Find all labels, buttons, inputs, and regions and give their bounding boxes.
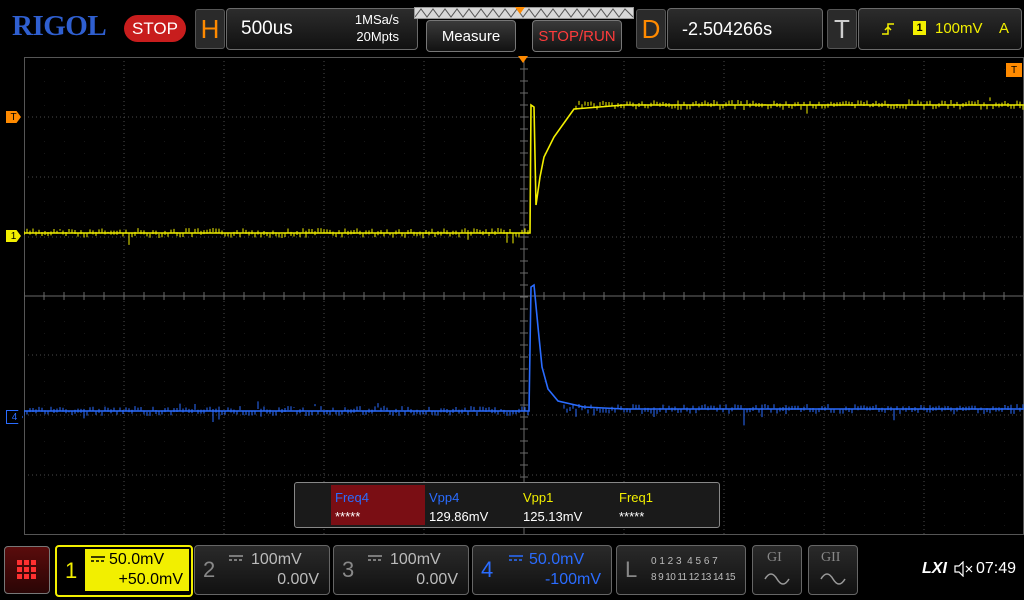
speaker-muted-icon[interactable] xyxy=(953,561,973,577)
lxi-logo: LXI xyxy=(922,560,947,577)
sine-wave-icon xyxy=(764,573,790,585)
rising-edge-icon xyxy=(882,23,894,35)
overview-trigger-marker xyxy=(515,7,525,14)
channel-4-scale: 50.0mV xyxy=(529,551,585,568)
channel-3-scale: 100mV xyxy=(390,551,441,568)
channel-4-offset: -100mV xyxy=(544,571,601,588)
trigger-level-marker[interactable]: T xyxy=(6,111,21,123)
delay-panel[interactable]: -2.504266s xyxy=(667,8,823,50)
stop-run-button[interactable]: STOP/RUN xyxy=(532,20,622,52)
channel-4-number: 4 xyxy=(481,557,494,582)
trigger-letter[interactable]: T xyxy=(827,9,857,49)
ch1-offset-marker[interactable]: 1 xyxy=(6,230,21,242)
channel-2-number: 2 xyxy=(203,557,216,582)
channel-3-number: 3 xyxy=(342,557,355,582)
generator-1-button[interactable]: GI xyxy=(752,545,802,595)
channel-3-offset: 0.00V xyxy=(416,571,458,588)
delay-value: -2.504266s xyxy=(682,19,773,39)
trigger-mode: A xyxy=(999,20,1010,37)
channel-2-scale: 100mV xyxy=(251,551,302,568)
channel-3-panel[interactable]: 3 100mV 0.00V xyxy=(333,545,469,595)
measurement-name-vpp4: Vpp4 xyxy=(429,490,460,505)
channel-1-panel[interactable]: 1 50.0mV +50.0mV xyxy=(55,545,193,597)
clock-time: 07:49 xyxy=(976,560,1017,577)
run-state-button[interactable]: STOP xyxy=(124,15,186,42)
channel-1-number: 1 xyxy=(65,558,78,583)
timebase-value: 500us xyxy=(241,18,293,39)
trigger-level: 100mV xyxy=(935,20,983,37)
logic-analyzer-panel[interactable]: L 0 1 2 3 4 5 6 7 8 9 10 11 12 13 14 15 xyxy=(616,545,746,595)
trigger-position-marker[interactable] xyxy=(518,56,528,63)
channel-1-scale: 50.0mV xyxy=(109,551,165,568)
grid-menu-icon xyxy=(17,560,36,579)
logic-channels-row-2: 8 9 10 11 12 13 14 15 xyxy=(651,572,736,583)
delay-letter[interactable]: D xyxy=(636,9,666,49)
waveform-display[interactable] xyxy=(23,56,1024,535)
sample-rate-value: 1MSa/s xyxy=(354,12,399,27)
sine-wave-icon xyxy=(820,573,846,585)
measurement-value-vpp4: 129.86mV xyxy=(429,509,489,524)
ch4-offset-marker[interactable]: 4 xyxy=(6,410,23,424)
measurement-value-freq1: ***** xyxy=(619,509,645,524)
trigger-source: 1 xyxy=(913,21,926,35)
measurement-value-vpp1: 125.13mV xyxy=(523,509,583,524)
logic-channels-row-1: 0 1 2 3 4 5 6 7 xyxy=(651,556,718,567)
dc-coupling-icon xyxy=(509,555,523,561)
memory-depth-value: 20Mpts xyxy=(356,29,399,44)
trigger-time-marker[interactable]: T xyxy=(1006,63,1022,77)
logic-letter: L xyxy=(625,557,638,582)
measure-button[interactable]: Measure xyxy=(426,20,516,52)
generator-1-label: GI xyxy=(767,550,782,565)
measurement-panel[interactable]: Freq4 ***** Vpp4 129.86mV Vpp1 125.13mV … xyxy=(294,482,720,528)
trigger-panel[interactable]: 1 100mV A xyxy=(858,8,1022,50)
horizontal-letter[interactable]: H xyxy=(195,9,225,49)
measurement-name-freq1: Freq1 xyxy=(619,490,653,505)
measurement-name-vpp1: Vpp1 xyxy=(523,490,554,505)
horizontal-panel[interactable]: 500us 1MSa/s 20Mpts xyxy=(226,8,418,50)
channel-2-offset: 0.00V xyxy=(277,571,319,588)
measurement-value-freq4: ***** xyxy=(335,509,361,524)
measurement-name-freq4: Freq4 xyxy=(335,490,369,505)
dc-coupling-icon xyxy=(229,555,243,561)
rigol-logo: RIGOL xyxy=(12,10,107,42)
dc-coupling-icon xyxy=(368,555,382,561)
dc-coupling-icon xyxy=(91,556,105,562)
generator-2-button[interactable]: GII xyxy=(808,545,858,595)
channel-1-offset: +50.0mV xyxy=(118,571,183,588)
main-menu-button[interactable] xyxy=(4,546,50,594)
generator-2-label: GII xyxy=(821,550,841,565)
channel-2-panel[interactable]: 2 100mV 0.00V xyxy=(194,545,330,595)
memory-overview-bar[interactable] xyxy=(414,7,634,19)
graticule xyxy=(23,56,1024,535)
channel-4-panel[interactable]: 4 50.0mV -100mV xyxy=(472,545,612,595)
